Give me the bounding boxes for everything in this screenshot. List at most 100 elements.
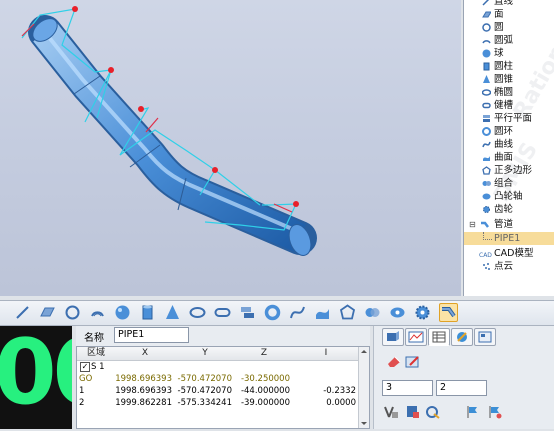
grid-button[interactable] [404, 404, 422, 419]
table-scrollbar[interactable] [358, 347, 369, 428]
tree-item-circle[interactable]: 圆 [464, 21, 554, 34]
tab-measure[interactable] [382, 328, 404, 346]
feature-tree[interactable]: Rational DMIS 直线面圆圆弧球圆柱 圆锥 椭圆 健槽 平行平面 圆环 曲线 曲面正… [463, 0, 554, 296]
edit-button[interactable] [404, 354, 422, 369]
curve-icon [482, 140, 491, 149]
feature-toolbar [0, 300, 554, 326]
tree-item-label: PIPE1 [494, 233, 521, 244]
ellipse-tool-icon [189, 307, 206, 318]
column-header[interactable]: X [115, 347, 176, 361]
plane-tool-button[interactable] [39, 304, 56, 321]
line-tool-button[interactable] [14, 304, 31, 321]
ellipse-tool-button[interactable] [189, 304, 206, 321]
tree-item-label: 正多边形 [494, 165, 533, 176]
table-cell: 1999.862281 [115, 398, 172, 408]
row-checkbox[interactable]: ✓ [80, 362, 90, 372]
sphere-tool-button[interactable] [114, 304, 131, 321]
tree-item-camshaft[interactable]: 凸轮轴 [464, 190, 554, 203]
param-field-2[interactable]: 2 [436, 380, 487, 396]
group-tool-button[interactable] [364, 304, 381, 321]
tree-item-cone[interactable]: 圆锥 [464, 73, 554, 86]
probe-button[interactable] [382, 404, 400, 419]
tab-graph[interactable] [405, 328, 427, 346]
parallel-planes-tool-button[interactable] [239, 304, 256, 321]
cylinder-tool-button[interactable] [139, 304, 156, 321]
arc-tool-button[interactable] [89, 304, 106, 321]
tree-item-sphere[interactable]: 球 [464, 47, 554, 60]
clear-button[interactable] [386, 354, 404, 369]
points-table[interactable]: 区域 X Y Z I ✓ S 1 GO 1998.696393 -570.472070-… [76, 346, 370, 429]
tree-item-label: 平行平面 [494, 113, 533, 124]
plane-tool-icon [40, 307, 55, 317]
tree-item-surface[interactable]: 曲面 [464, 151, 554, 164]
tree-item-cylinder[interactable]: 圆柱 [464, 60, 554, 73]
circle-icon [482, 23, 491, 32]
tree-item-torus[interactable]: 圆环 [464, 125, 554, 138]
tree-item-keyway[interactable]: 健槽 [464, 99, 554, 112]
tree-item-curve[interactable]: 曲线 [464, 138, 554, 151]
keyway-tool-icon [214, 308, 231, 317]
arc-tool-icon [91, 311, 104, 317]
tab-report[interactable] [474, 328, 496, 346]
table-row[interactable]: ✓ S 1 [77, 361, 371, 373]
tree-item-label: 直线 [494, 0, 514, 7]
table-cell: 1998.696393 [115, 374, 172, 384]
table-row[interactable]: 21999.862281-575.334241-39.0000000.0000-… [77, 397, 371, 409]
report-icon [478, 331, 492, 343]
tree-item-plane[interactable]: 面 [464, 8, 554, 21]
cone-tool-button[interactable] [164, 304, 181, 321]
camshaft-tool-button[interactable] [389, 304, 406, 321]
column-header[interactable]: Z [235, 347, 294, 361]
param-field-1[interactable]: 3 [382, 380, 433, 396]
column-header[interactable]: Y [175, 347, 236, 361]
tree-item-parallel-planes[interactable]: 平行平面 [464, 112, 554, 125]
tab-table[interactable] [428, 328, 450, 346]
tree-connector [483, 232, 492, 240]
tree-item-gear[interactable]: 齿轮 [464, 203, 554, 216]
measure-run-button[interactable] [424, 404, 442, 419]
surface-tool-button[interactable] [314, 304, 331, 321]
table-cell: GO [79, 374, 93, 384]
polygon-tool-button[interactable] [339, 304, 356, 321]
table-row[interactable]: GO 1998.696393 -570.472070 -30.250000 [77, 373, 371, 385]
readout-value: 00 [0, 326, 72, 425]
tree-item-label: 点云 [494, 261, 514, 272]
tree-item-label: 椭圆 [494, 87, 514, 98]
flag-button[interactable] [464, 404, 482, 419]
group-icon [482, 179, 491, 188]
flag-settings-button[interactable] [486, 404, 504, 419]
table-row[interactable]: 1 1998.696393 -570.472070 -44.000000 -0.2332… [77, 385, 371, 397]
cylinder-icon [482, 62, 491, 71]
tree-item-arc[interactable]: 圆弧 [464, 34, 554, 47]
tree-item-ellipse[interactable]: 椭圆 [464, 86, 554, 99]
tree-item-cad[interactable]: CAD CAD模型 [464, 247, 554, 260]
gear-tool-button[interactable] [414, 304, 431, 321]
pipe-tool-button[interactable] [439, 303, 458, 322]
tree-item-pipe[interactable]: ⊟ 管道 [464, 218, 554, 231]
gear-tool-icon [415, 305, 430, 320]
keyway-tool-button[interactable] [214, 304, 231, 321]
torus-tool-button[interactable] [264, 304, 281, 321]
tree-item-label: 圆 [494, 22, 504, 33]
curve-tool-button[interactable] [289, 304, 306, 321]
collapse-icon[interactable]: ⊟ [469, 218, 476, 231]
column-header[interactable]: 区域 [77, 347, 116, 361]
column-header[interactable]: I [293, 347, 360, 361]
3d-viewport[interactable] [0, 0, 461, 296]
tab-probe[interactable] [451, 328, 473, 346]
tree-item-point-cloud[interactable]: 点云 [464, 260, 554, 273]
surface-tool-icon [316, 309, 329, 319]
tree-item-group[interactable]: 组合 [464, 177, 554, 190]
pipe-model-view [21, 6, 317, 256]
tree-item-line[interactable]: 直线 [464, 0, 554, 8]
circle-tool-icon [65, 305, 80, 320]
circle-tool-button[interactable] [64, 304, 81, 321]
tree-item-label: 健槽 [494, 100, 514, 111]
torus-icon [482, 127, 491, 136]
table-cell [115, 361, 172, 373]
name-field[interactable]: PIPE1 [114, 327, 189, 343]
probe-tool-icon [384, 406, 398, 418]
tree-item-pipe1[interactable]: PIPE1 [464, 232, 554, 245]
tree-item-polygon[interactable]: 正多边形 [464, 164, 554, 177]
point-cloud-icon [482, 262, 491, 271]
